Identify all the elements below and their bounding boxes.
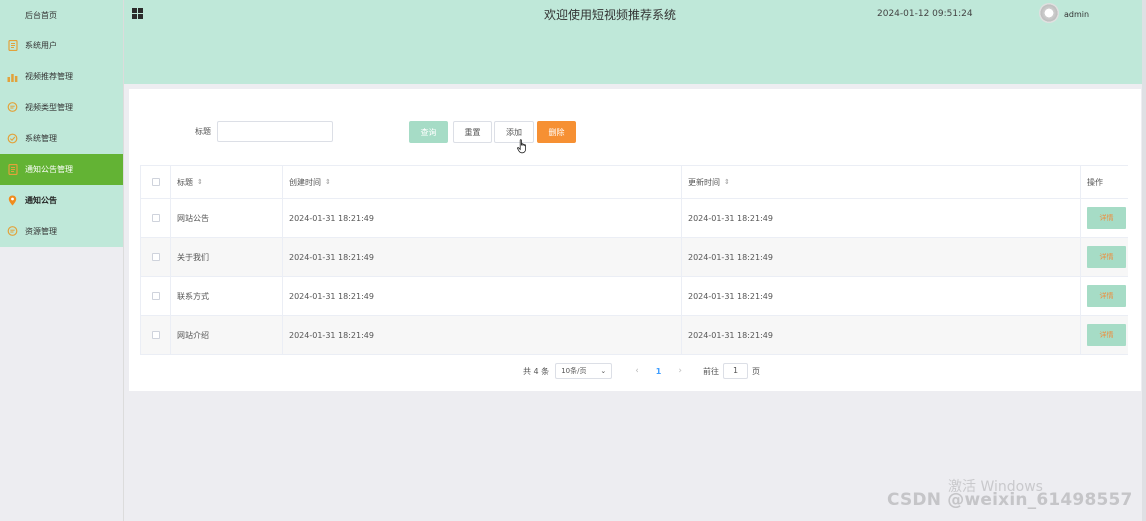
sidebar-item-label: 后台首页 — [25, 10, 57, 20]
sidebar-item-label: 视频推荐管理 — [25, 72, 73, 81]
sidebar-item-video-recommend[interactable]: 视频推荐管理 — [0, 61, 123, 92]
column-label: 创建时间 — [289, 177, 321, 187]
cell-created: 2024-01-31 18:21:49 — [283, 199, 682, 237]
sort-icon[interactable]: ⇕ — [197, 178, 203, 186]
top-header: 欢迎使用短视频推荐系统 2024-01-12 09:51:24 admin — [124, 0, 1142, 84]
content-panel: 标题 查询 重置 添加 删除 标题 ⇕ 创建时间 ⇕ 更新时间 ⇕ 操作 网站公告 2… — [129, 89, 1141, 391]
row-select-cell — [140, 277, 171, 315]
row-select-cell — [140, 199, 171, 237]
page-suffix-label: 页 — [751, 366, 760, 376]
cell-updated: 2024-01-31 18:21:49 — [682, 238, 1081, 276]
search-label: 标题 — [195, 127, 211, 136]
cell-updated: 2024-01-31 18:21:49 — [682, 316, 1081, 354]
select-all-checkbox[interactable] — [151, 178, 160, 186]
goto-label: 前往 — [702, 366, 719, 376]
sidebar-item-label: 视频类型管理 — [25, 103, 73, 112]
sidebar-item-label: 通知公告管理 — [25, 165, 73, 174]
detail-button[interactable]: 详情 — [1087, 207, 1126, 229]
add-button[interactable]: 添加 — [494, 121, 534, 143]
page-number-current[interactable]: 1 — [656, 367, 662, 376]
cell-title: 联系方式 — [171, 277, 283, 315]
sort-icon[interactable]: ⇕ — [325, 178, 331, 186]
column-header-title[interactable]: 标题 ⇕ — [171, 166, 283, 198]
cell-created: 2024-01-31 18:21:49 — [283, 238, 682, 276]
table-row: 联系方式 2024-01-31 18:21:49 2024-01-31 18:2… — [140, 277, 1128, 316]
cell-title: 网站介绍 — [171, 316, 283, 354]
page-size-select[interactable]: 10条/页 ⌄ — [555, 363, 613, 379]
next-page-icon[interactable]: › — [678, 366, 682, 376]
cell-actions: 详情 — [1081, 238, 1128, 276]
column-header-created[interactable]: 创建时间 ⇕ — [283, 166, 682, 198]
cell-created: 2024-01-31 18:21:49 — [283, 277, 682, 315]
sidebar-item-resource-manage[interactable]: 资源管理 — [0, 216, 123, 247]
row-checkbox[interactable] — [151, 292, 160, 300]
sidebar-item-label: 系统用户 — [25, 41, 57, 50]
detail-button[interactable]: 详情 — [1087, 285, 1126, 307]
chat-icon — [7, 226, 18, 237]
window-edge — [1142, 0, 1146, 521]
title-search-input[interactable] — [217, 121, 333, 142]
column-label: 操作 — [1087, 177, 1103, 187]
sidebar-item-label: 通知公告 — [25, 196, 57, 205]
page-title: 欢迎使用短视频推荐系统 — [544, 8, 677, 22]
column-header-actions: 操作 — [1081, 166, 1128, 198]
cell-title: 网站公告 — [171, 199, 283, 237]
sidebar-item-notice-manage[interactable]: 通知公告管理 — [0, 154, 123, 185]
column-header-updated[interactable]: 更新时间 ⇕ — [682, 166, 1081, 198]
row-checkbox[interactable] — [151, 253, 160, 261]
sidebar-item-system-manage[interactable]: 系统管理 — [0, 123, 123, 154]
check-circle-icon — [7, 133, 18, 144]
table-row: 关于我们 2024-01-31 18:21:49 2024-01-31 18:2… — [140, 238, 1128, 277]
row-checkbox[interactable] — [151, 214, 160, 222]
table-header-row: 标题 ⇕ 创建时间 ⇕ 更新时间 ⇕ 操作 — [140, 166, 1128, 199]
avatar[interactable] — [1039, 3, 1059, 23]
row-select-cell — [140, 238, 171, 276]
sidebar-item-label: 系统管理 — [25, 134, 57, 143]
sidebar-menu: 后台首页 系统用户 视频推荐管理 视频类型管理 系统管理 通知公告管理 通知公告… — [0, 0, 123, 247]
total-count: 共 4 条 — [523, 366, 550, 376]
query-button[interactable]: 查询 — [409, 121, 448, 143]
menu-grid-icon[interactable] — [132, 8, 143, 19]
sidebar-item-label: 资源管理 — [25, 227, 57, 236]
bar-chart-icon — [7, 71, 18, 82]
row-checkbox[interactable] — [151, 331, 160, 339]
csdn-watermark: CSDN @weixin_61498557 — [887, 490, 1133, 510]
chat-icon — [7, 102, 18, 113]
page-size-value: 10条/页 — [561, 367, 587, 375]
sidebar-item-system-users[interactable]: 系统用户 — [0, 30, 123, 61]
cell-title: 关于我们 — [171, 238, 283, 276]
sidebar-item-home[interactable]: 后台首页 — [0, 0, 123, 30]
table-row: 网站介绍 2024-01-31 18:21:49 2024-01-31 18:2… — [140, 316, 1128, 355]
location-icon — [7, 195, 18, 206]
username[interactable]: admin — [1064, 10, 1089, 19]
cell-actions: 详情 — [1081, 277, 1128, 315]
select-all-cell — [140, 166, 171, 198]
column-label: 更新时间 — [688, 177, 720, 187]
hand-cursor-icon — [517, 139, 528, 156]
cell-actions: 详情 — [1081, 199, 1128, 237]
detail-button[interactable]: 详情 — [1087, 324, 1126, 346]
cell-created: 2024-01-31 18:21:49 — [283, 316, 682, 354]
notice-table: 标题 ⇕ 创建时间 ⇕ 更新时间 ⇕ 操作 网站公告 2024-01-31 18:21… — [140, 165, 1128, 355]
cell-updated: 2024-01-31 18:21:49 — [682, 277, 1081, 315]
delete-button[interactable]: 删除 — [537, 121, 576, 143]
sidebar: 后台首页 系统用户 视频推荐管理 视频类型管理 系统管理 通知公告管理 通知公告… — [0, 0, 124, 521]
column-label: 标题 — [177, 177, 193, 187]
goto-page-input[interactable]: 1 — [722, 363, 748, 379]
document-icon — [7, 40, 18, 51]
row-select-cell — [140, 316, 171, 354]
detail-button[interactable]: 详情 — [1087, 246, 1126, 268]
pagination: 共 4 条 10条/页 ⌄ ‹ 1 › 前往 1 页 — [523, 363, 760, 379]
sort-icon[interactable]: ⇕ — [724, 178, 730, 186]
document-icon — [7, 164, 18, 175]
cell-updated: 2024-01-31 18:21:49 — [682, 199, 1081, 237]
chevron-down-icon: ⌄ — [600, 367, 607, 375]
sidebar-item-video-type[interactable]: 视频类型管理 — [0, 92, 123, 123]
cell-actions: 详情 — [1081, 316, 1128, 354]
table-row: 网站公告 2024-01-31 18:21:49 2024-01-31 18:2… — [140, 199, 1128, 238]
prev-page-icon[interactable]: ‹ — [635, 366, 639, 376]
reset-button[interactable]: 重置 — [453, 121, 492, 143]
sidebar-subitem-notice[interactable]: 通知公告 — [0, 185, 123, 216]
datetime-display: 2024-01-12 09:51:24 — [877, 9, 973, 19]
